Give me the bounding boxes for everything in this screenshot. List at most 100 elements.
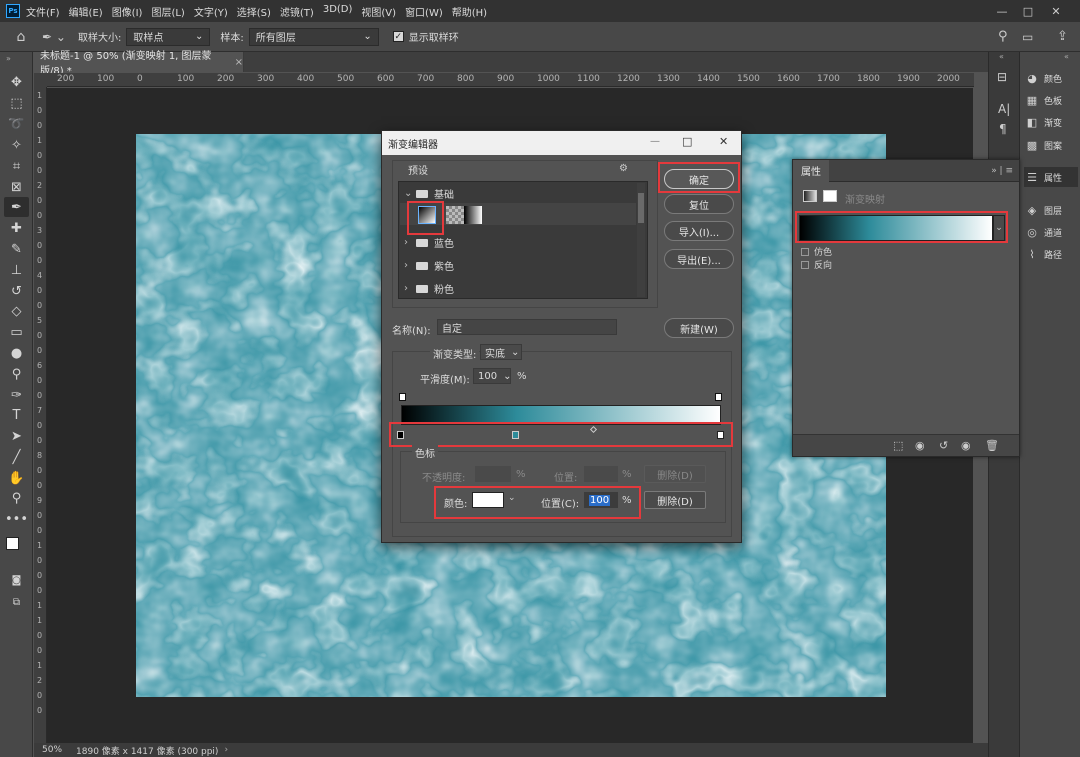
dock-item-gradient[interactable]: ◧ 渐变: [1024, 112, 1078, 132]
chevron-right-icon[interactable]: ›: [404, 237, 414, 248]
gear-icon[interactable]: ⚙: [619, 163, 628, 174]
clone-stamp-tool-icon[interactable]: ⊥: [4, 260, 29, 280]
gradient-tool-icon[interactable]: ▭: [4, 322, 29, 342]
close-window-button[interactable]: ✕: [1044, 0, 1068, 22]
preset-folder[interactable]: › 蓝色: [404, 235, 454, 250]
vertical-ruler[interactable]: 1 0 0 1 0 0 2 0 0 3 0 0 4 0 0 5 0 0 6 0 0 7 0 0 8 0 0 9 0 0 1 0 0 0 1 1 0 0 1 2…: [34, 87, 47, 743]
clip-to-layer-icon[interactable]: ⬚: [893, 439, 903, 452]
quick-mask-icon[interactable]: ◙: [4, 570, 29, 590]
menu-item[interactable]: 文件(F): [26, 4, 60, 19]
blur-tool-icon[interactable]: ●: [4, 343, 29, 363]
color-position-field[interactable]: 100: [584, 492, 618, 508]
trash-icon[interactable]: 🗑: [985, 439, 999, 452]
preset-folder[interactable]: › 粉色: [404, 281, 454, 296]
chevron-down-icon[interactable]: ⌄: [508, 493, 516, 503]
menu-item[interactable]: 视图(V): [361, 4, 396, 19]
healing-brush-tool-icon[interactable]: ✚: [4, 218, 29, 238]
menu-item[interactable]: 窗口(W): [405, 4, 443, 19]
marquee-tool-icon[interactable]: ⬚: [4, 93, 29, 113]
preset-swatch-black-white[interactable]: [418, 206, 436, 224]
collapse-icon[interactable]: »: [6, 54, 11, 63]
close-tab-icon[interactable]: ×: [235, 57, 243, 68]
gradient-type-select[interactable]: 实底 ⌄: [480, 344, 522, 360]
gradient-map-preview[interactable]: [799, 215, 993, 241]
visibility-eye-icon[interactable]: ◉: [961, 439, 971, 452]
reset-button[interactable]: 复位: [664, 194, 734, 214]
dock-item-pattern[interactable]: ▩ 图案: [1024, 135, 1078, 155]
color-stop[interactable]: [717, 431, 724, 439]
menu-item[interactable]: 选择(S): [237, 4, 271, 19]
color-stop[interactable]: [512, 431, 520, 439]
sample-select[interactable]: 所有图层 ⌄: [248, 27, 379, 46]
lasso-tool-icon[interactable]: ➰: [4, 114, 29, 134]
dock-item-channels[interactable]: ◎ 通道: [1024, 222, 1078, 242]
home-icon[interactable]: ⌂: [8, 29, 34, 45]
zoom-tool-icon[interactable]: ⚲: [4, 488, 29, 508]
type-tool-icon[interactable]: T: [4, 405, 29, 425]
hand-tool-icon[interactable]: ✋: [4, 468, 29, 488]
more-tools-icon[interactable]: •••: [4, 509, 29, 529]
chevron-right-icon[interactable]: ›: [224, 745, 228, 755]
new-button[interactable]: 新建(W): [664, 318, 734, 338]
gradient-dropdown-chevron-icon[interactable]: ⌄: [993, 215, 1005, 241]
history-panel-icon[interactable]: ⊟: [997, 70, 1007, 84]
menu-item[interactable]: 3D(D): [323, 4, 353, 19]
dock-item-properties[interactable]: ☰ 属性: [1024, 167, 1078, 187]
eraser-tool-icon[interactable]: ◇: [4, 301, 29, 321]
dodge-tool-icon[interactable]: ⚲: [4, 364, 29, 384]
reverse-checkbox[interactable]: 反向: [801, 258, 832, 271]
maximize-button[interactable]: □: [1016, 0, 1040, 22]
share-icon[interactable]: ⇪: [1057, 29, 1068, 44]
dock-item-layers[interactable]: ◈ 图层: [1024, 200, 1078, 220]
frame-tool-icon[interactable]: ⊠: [4, 177, 29, 197]
zoom-level[interactable]: 50%: [42, 745, 62, 755]
chevron-right-icon[interactable]: ›: [404, 283, 414, 294]
document-tab[interactable]: 未标题-1 @ 50% (渐变映射 1, 图层蒙版/8) * ×: [34, 51, 244, 77]
maximize-dialog-icon[interactable]: □: [682, 135, 692, 148]
delete-color-stop-button[interactable]: 删除(D): [644, 491, 706, 509]
reset-icon[interactable]: ↺: [939, 439, 948, 452]
dither-checkbox[interactable]: 仿色: [801, 245, 832, 258]
sample-size-select[interactable]: 取样点 ⌄: [126, 27, 211, 46]
view-previous-icon[interactable]: ◉: [915, 439, 925, 452]
name-field[interactable]: 自定: [437, 319, 617, 335]
collapse-dock-icon[interactable]: «: [1064, 52, 1069, 61]
preset-swatch-transparent[interactable]: [446, 206, 464, 224]
paragraph-panel-icon[interactable]: ¶: [999, 122, 1007, 136]
workspace-icon[interactable]: ▭: [1022, 30, 1033, 44]
dock-item-swatches[interactable]: ▦ 色板: [1024, 90, 1078, 110]
ok-button[interactable]: 确定: [664, 169, 734, 189]
preset-folder[interactable]: ⌄ 基础: [404, 186, 454, 201]
eyedropper-tool-icon[interactable]: ✒: [4, 197, 29, 217]
import-button[interactable]: 导入(I)...: [664, 221, 734, 241]
line-tool-icon[interactable]: ╱: [4, 447, 29, 467]
opacity-stop-left[interactable]: [399, 393, 406, 401]
crop-tool-icon[interactable]: ⌗: [4, 156, 29, 176]
opacity-stop-right[interactable]: [715, 393, 722, 401]
close-dialog-icon[interactable]: ✕: [719, 135, 728, 148]
character-panel-icon[interactable]: A|: [998, 102, 1010, 116]
properties-tab[interactable]: 属性: [793, 159, 829, 182]
menu-item[interactable]: 图层(L): [151, 4, 184, 19]
menu-item[interactable]: 编辑(E): [69, 4, 103, 19]
eyedropper-preset-icon[interactable]: ✒ ⌄: [40, 30, 68, 44]
menu-item[interactable]: 滤镜(T): [280, 4, 314, 19]
chevron-right-icon[interactable]: ›: [404, 260, 414, 271]
magic-wand-tool-icon[interactable]: ✧: [4, 135, 29, 155]
menu-item[interactable]: 文字(Y): [194, 4, 228, 19]
history-brush-tool-icon[interactable]: ↺: [4, 281, 29, 301]
menu-item[interactable]: 图像(I): [112, 4, 143, 19]
minimize-button[interactable]: —: [990, 0, 1014, 22]
screen-mode-icon[interactable]: ⧉: [4, 592, 29, 612]
horizontal-ruler[interactable]: 200 100 0 100 200 300 400 500 600 700 800 900 1000 11…: [47, 73, 974, 87]
chevron-down-icon[interactable]: ⌄: [404, 188, 414, 199]
search-icon[interactable]: ⚲: [998, 29, 1008, 44]
move-tool-icon[interactable]: ✥: [4, 72, 29, 92]
foreground-color-swatch[interactable]: [6, 537, 19, 550]
panel-menu-icon[interactable]: » | ≡: [991, 166, 1013, 176]
dock-item-paths[interactable]: ⌇ 路径: [1024, 244, 1078, 264]
gradient-bar[interactable]: [401, 405, 721, 425]
pen-tool-icon[interactable]: ✑: [4, 385, 29, 405]
expand-panels-icon[interactable]: «: [999, 52, 1004, 61]
mask-icon[interactable]: [823, 190, 837, 202]
